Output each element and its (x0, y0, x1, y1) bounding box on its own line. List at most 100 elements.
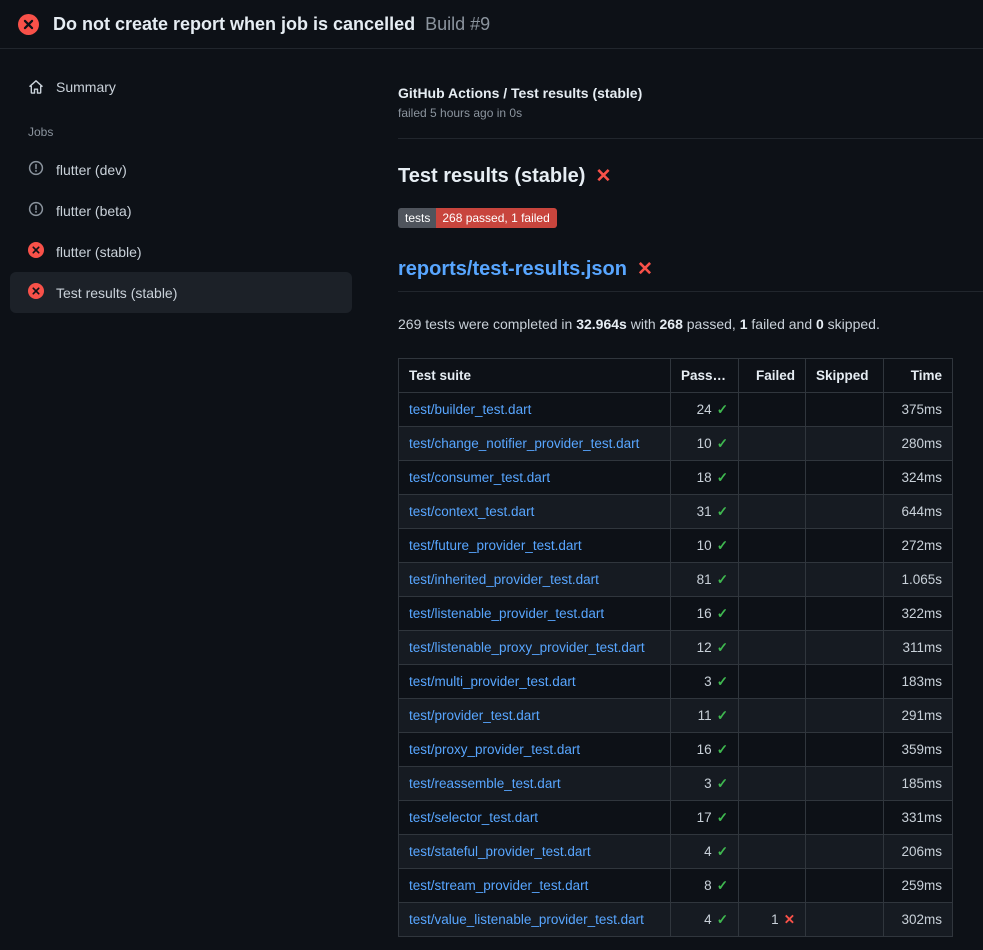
table-row: test/listenable_proxy_provider_test.dart… (399, 631, 953, 665)
check-icon: ✓ (717, 402, 728, 417)
check-icon: ✓ (717, 572, 728, 587)
check-icon: ✓ (717, 470, 728, 485)
passed-cell: 10✓ (671, 427, 739, 461)
badge-label: tests (398, 208, 436, 228)
passed-cell: 24 ✓ (671, 393, 739, 427)
check-icon: ✓ (717, 742, 728, 757)
time-cell: 331ms (884, 801, 953, 835)
col-header-time: Time (884, 359, 953, 393)
table-row: test/inherited_provider_test.dart 81 ✓ 1.06… (399, 563, 953, 597)
passed-cell-value: 24 (697, 402, 712, 417)
sidebar-item-test-results-stable[interactable]: Test results (stable) (10, 272, 352, 313)
passed-cell-value: 18 (697, 470, 712, 485)
neutral-status-icon (28, 201, 44, 220)
section-heading: Test results (stable) ✕ (398, 165, 983, 188)
passed-cell: 31✓ (671, 495, 739, 529)
test-suite-link[interactable]: test/future_provider_test.dart (409, 538, 582, 553)
skipped-cell (806, 461, 884, 495)
failed-cell (739, 529, 806, 563)
suite-cell: test/selector_test.dart (399, 801, 671, 835)
home-icon (28, 79, 44, 95)
summary-skipped-count: 0 (816, 316, 824, 332)
passed-cell-value: 81 (697, 572, 712, 587)
suite-cell: test/inherited_provider_test.dart (399, 563, 671, 597)
passed-cell-value: 11 (698, 708, 712, 723)
check-icon: ✓ (717, 708, 728, 723)
table-row: test/selector_test.dart 17✓ 331ms (399, 801, 953, 835)
col-header-skipped: Skipped (806, 359, 884, 393)
run-title-wrap: Do not create report when job is cancell… (53, 14, 490, 35)
failed-cell-value: 1 (771, 912, 779, 927)
suite-cell: test/future_provider_test.dart (399, 529, 671, 563)
table-row: test/value_listenable_provider_test.dart… (399, 903, 953, 937)
badge-value: 268 passed, 1 failed (436, 208, 556, 228)
passed-cell-value: 4 (704, 844, 712, 859)
failed-cell (739, 869, 806, 903)
failed-cell (739, 801, 806, 835)
time-cell: 1.065s (884, 563, 953, 597)
passed-cell-value: 10 (697, 538, 712, 553)
passed-cell-value: 16 (697, 742, 712, 757)
skipped-cell (806, 393, 884, 427)
failed-cell (739, 495, 806, 529)
sidebar-item-flutter-stable[interactable]: flutter (stable) (10, 231, 352, 272)
x-circle-icon (28, 283, 44, 302)
table-row: test/provider_test.dart11✓291ms (399, 699, 953, 733)
passed-cell-value: 10 (697, 436, 712, 451)
test-suite-link[interactable]: test/listenable_proxy_provider_test.dart (409, 640, 645, 655)
failed-cell (739, 665, 806, 699)
test-suite-link[interactable]: test/inherited_provider_test.dart (409, 572, 599, 587)
summary-text: 269 tests were completed in (398, 316, 576, 332)
sidebar-item-flutter-dev[interactable]: flutter (dev) (10, 149, 352, 190)
test-suite-link[interactable]: test/context_test.dart (409, 504, 534, 519)
breadcrumb: GitHub Actions / Test results (stable) (398, 85, 983, 101)
passed-cell: 11 ✓ (671, 699, 739, 733)
time-cell: 359ms (884, 733, 953, 767)
job-label: flutter (beta) (56, 203, 131, 219)
col-header-test-suite: Test suite (399, 359, 671, 393)
fail-x-icon: ✕ (637, 260, 653, 279)
test-suite-link[interactable]: test/builder_test.dart (409, 402, 531, 417)
sidebar-item-flutter-beta[interactable]: flutter (beta) (10, 190, 352, 231)
test-suite-link[interactable]: test/change_notifier_provider_test.dart (409, 436, 639, 451)
skipped-cell (806, 597, 884, 631)
col-header-passed: Passed (671, 359, 739, 393)
summary-failed-count: 1 (740, 316, 748, 332)
suite-cell: test/change_notifier_provider_test.dart (399, 427, 671, 461)
test-table-body: test/builder_test.dart24✓375mstest/chang… (399, 393, 953, 937)
failed-cell (739, 767, 806, 801)
summary-text: failed and (748, 316, 817, 332)
report-file-link[interactable]: reports/test-results.json (398, 258, 627, 281)
time-cell: 280ms (884, 427, 953, 461)
main-content: GitHub Actions / Test results (stable) f… (370, 49, 983, 937)
job-label: flutter (stable) (56, 244, 142, 260)
page-layout: Summary Jobs flutter (dev) (0, 49, 983, 937)
failed-cell (739, 427, 806, 461)
suite-cell: test/consumer_test.dart (399, 461, 671, 495)
time-cell: 322ms (884, 597, 953, 631)
test-suite-link[interactable]: test/selector_test.dart (409, 810, 538, 825)
skipped-cell (806, 903, 884, 937)
passed-cell-value: 31 (697, 504, 712, 519)
test-suite-link[interactable]: test/consumer_test.dart (409, 470, 550, 485)
passed-cell-value: 12 (697, 640, 712, 655)
time-cell: 206ms (884, 835, 953, 869)
passed-cell: 8✓ (671, 869, 739, 903)
test-suite-link[interactable]: test/provider_test.dart (409, 708, 540, 723)
passed-cell: 3✓ (671, 665, 739, 699)
failed-cell (739, 393, 806, 427)
time-cell: 324ms (884, 461, 953, 495)
test-suite-link[interactable]: test/reassemble_test.dart (409, 776, 561, 791)
sidebar-item-summary[interactable]: Summary (10, 69, 352, 105)
passed-cell: 17✓ (671, 801, 739, 835)
run-header: Do not create report when job is cancell… (0, 0, 983, 49)
test-suite-link[interactable]: test/stream_provider_test.dart (409, 878, 588, 893)
failed-cell (739, 461, 806, 495)
time-cell: 185ms (884, 767, 953, 801)
test-suite-link[interactable]: test/stateful_provider_test.dart (409, 844, 591, 859)
test-suite-link[interactable]: test/value_listenable_provider_test.dart (409, 912, 644, 927)
test-suite-link[interactable]: test/listenable_provider_test.dart (409, 606, 604, 621)
test-suite-link[interactable]: test/multi_provider_test.dart (409, 674, 576, 689)
test-suite-link[interactable]: test/proxy_provider_test.dart (409, 742, 580, 757)
passed-cell: 18 ✓ (671, 461, 739, 495)
